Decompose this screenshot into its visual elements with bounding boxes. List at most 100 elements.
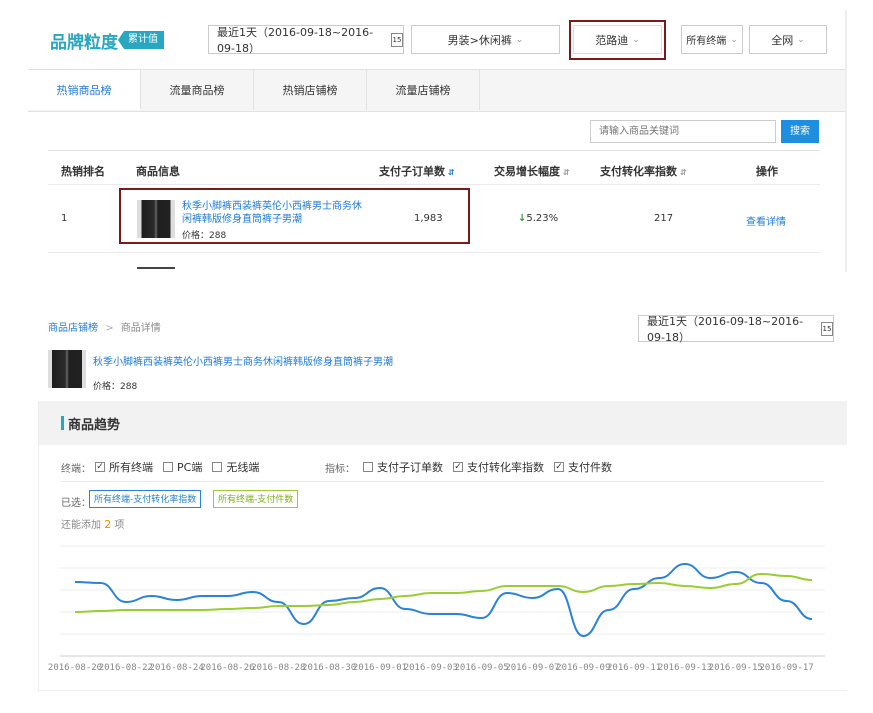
view-details-link[interactable]: 查看详情 (746, 213, 786, 228)
panel-scroll-edge (845, 10, 847, 272)
terminal-dropdown[interactable]: 所有终端 ⌄ (681, 25, 743, 54)
table-row-divider (48, 184, 820, 185)
x-tick-label: 2016-09-01 (352, 663, 408, 673)
next-row-fragment (137, 267, 175, 269)
x-tick-label: 2016-09-07 (505, 663, 560, 673)
metric-option-units[interactable]: ✓ 支付件数 (554, 459, 612, 475)
terminal-option-all[interactable]: ✓ 所有终端 (95, 459, 153, 475)
metric-option-orders[interactable]: 支付子订单数 (363, 459, 443, 475)
category-label: 男装>休闲裤 (447, 33, 512, 47)
date-range-label: 最近1天（2016-09-18~2016-09-18） (647, 314, 804, 344)
terminal-option-pc[interactable]: PC端 (163, 459, 202, 475)
x-tick-label: 2016-09-13 (657, 663, 713, 673)
option-label: 无线端 (226, 461, 260, 474)
row-growth-value: 5.23% (526, 213, 559, 224)
tab-traffic-shops[interactable]: 流量店铺榜 (367, 70, 480, 110)
x-tick-label: 2016-08-22 (98, 663, 153, 673)
tag-label: 所有终端-支付件数 (218, 495, 294, 505)
cumulative-badge-label: 累计值 (128, 34, 158, 45)
col-conversion-label: 支付转化率指数 (600, 165, 677, 178)
chart-grid (60, 545, 825, 657)
search-button-label: 搜索 (790, 126, 810, 137)
remaining-hint: 还能添加 2 项 (61, 516, 124, 531)
breadcrumb: 商品店铺榜 > 商品详情 (48, 319, 161, 334)
category-dropdown[interactable]: 男装>休闲裤 ⌄ (411, 25, 560, 54)
row-highlight (119, 188, 470, 244)
x-tick-label: 2016-09-15 (708, 663, 763, 673)
checkbox-checked-icon[interactable]: ✓ (95, 462, 105, 472)
col-orders[interactable]: 支付子订单数 ⇵ (379, 163, 455, 179)
tab-hot-shops[interactable]: 热销店铺榜 (254, 70, 367, 110)
checkbox-icon[interactable] (163, 462, 173, 472)
calendar-day: 15 (392, 35, 402, 44)
tab-label: 热销店铺榜 (282, 84, 338, 97)
x-tick-label: 2016-09-11 (607, 663, 662, 673)
brand-label: 范路迪 (595, 33, 629, 47)
col-conversion[interactable]: 支付转化率指数 ⇵ (600, 163, 687, 179)
tab-label: 热销商品榜 (56, 83, 112, 97)
col-orders-label: 支付子订单数 (379, 165, 445, 178)
calendar-day: 15 (822, 324, 832, 333)
series-line-0 (74, 562, 813, 638)
option-label: 支付子订单数 (377, 461, 443, 474)
tab-hot-products[interactable]: 热销商品榜 (28, 70, 141, 110)
metric-filter: 指标： 支付子订单数 ✓ 支付转化率指数 ✓ 支付件数 (325, 459, 622, 475)
search-button[interactable]: 搜索 (781, 120, 819, 143)
chevron-down-icon: ⌄ (632, 34, 640, 45)
col-action: 操作 (756, 165, 778, 178)
x-tick-label: 2016-09-09 (556, 663, 611, 673)
sort-icon: ⇵ (563, 168, 570, 177)
tag-label: 所有终端-支付转化率指数 (94, 495, 197, 505)
x-tick-label: 2016-08-28 (251, 663, 306, 673)
page-title: 品牌粒度 (50, 33, 118, 53)
chevron-down-icon: ⌄ (797, 34, 805, 45)
metric-option-conversion[interactable]: ✓ 支付转化率指数 (453, 459, 544, 475)
chart-series (74, 562, 813, 638)
checkbox-icon[interactable] (363, 462, 373, 472)
row-conversion: 217 (654, 213, 674, 224)
tab-label: 流量店铺榜 (395, 84, 451, 97)
checkbox-checked-icon[interactable]: ✓ (453, 462, 463, 472)
col-growth[interactable]: 交易增长幅度 ⇵ (494, 163, 570, 179)
terminal-option-mobile[interactable]: 无线端 (212, 459, 259, 475)
tab-label: 流量商品榜 (169, 84, 225, 97)
search-input[interactable] (590, 120, 776, 143)
option-label: 所有终端 (109, 461, 153, 474)
option-label: 支付转化率指数 (467, 461, 544, 474)
sort-icon: ⇵ (680, 168, 687, 177)
calendar-icon[interactable]: 15 (821, 321, 833, 336)
cumulative-badge: 累计值 (118, 31, 164, 49)
series-line-1 (74, 572, 813, 613)
detail-product-title[interactable]: 秋季小脚裤西装裤英伦小西裤男士商务休闲裤韩版修身直筒裤子男潮 (93, 353, 393, 368)
x-tick-label: 2016-08-24 (149, 663, 204, 673)
section-accent-bar (61, 416, 64, 430)
brand-dropdown[interactable]: 范路迪 ⌄ (573, 25, 662, 54)
col-product-info: 商品信息 (136, 165, 180, 178)
checkbox-icon[interactable] (212, 462, 223, 472)
date-range-selector[interactable]: 最近1天（2016-09-18~2016-09-18） 15 (208, 25, 404, 55)
region-dropdown[interactable]: 全网 ⌄ (749, 25, 827, 54)
x-tick-label: 2016-09-03 (403, 663, 458, 673)
row-rank: 1 (61, 213, 68, 224)
breadcrumb-separator: > (105, 323, 114, 334)
panel-bottom-edge (38, 690, 847, 691)
terminal-label: 所有终端 (686, 36, 727, 47)
breadcrumb-link[interactable]: 商品店铺榜 (48, 323, 98, 334)
checkbox-checked-icon[interactable]: ✓ (554, 462, 564, 472)
option-label: PC端 (177, 461, 203, 474)
x-tick-label: 2016-08-20 (47, 663, 103, 673)
region-label: 全网 (771, 33, 794, 47)
date-range-label: 最近1天（2016-09-18~2016-09-18） (217, 25, 374, 55)
table-header-divider (48, 150, 820, 151)
selected-tag-conversion[interactable]: 所有终端-支付转化率指数 (89, 490, 202, 508)
detail-product-thumbnail[interactable] (48, 350, 86, 388)
chevron-down-icon: ⌄ (730, 34, 738, 45)
tab-traffic-products[interactable]: 流量商品榜 (141, 70, 254, 110)
filter-divider (61, 481, 824, 482)
selected-tag-units[interactable]: 所有终端-支付件数 (213, 490, 299, 508)
option-label: 支付件数 (568, 461, 612, 474)
x-tick-label: 2016-09-05 (454, 663, 509, 673)
detail-date-range-selector[interactable]: 最近1天（2016-09-18~2016-09-18） 15 (638, 314, 834, 344)
calendar-icon[interactable]: 15 (391, 32, 403, 47)
x-tick-label: 2016-08-26 (200, 663, 255, 673)
